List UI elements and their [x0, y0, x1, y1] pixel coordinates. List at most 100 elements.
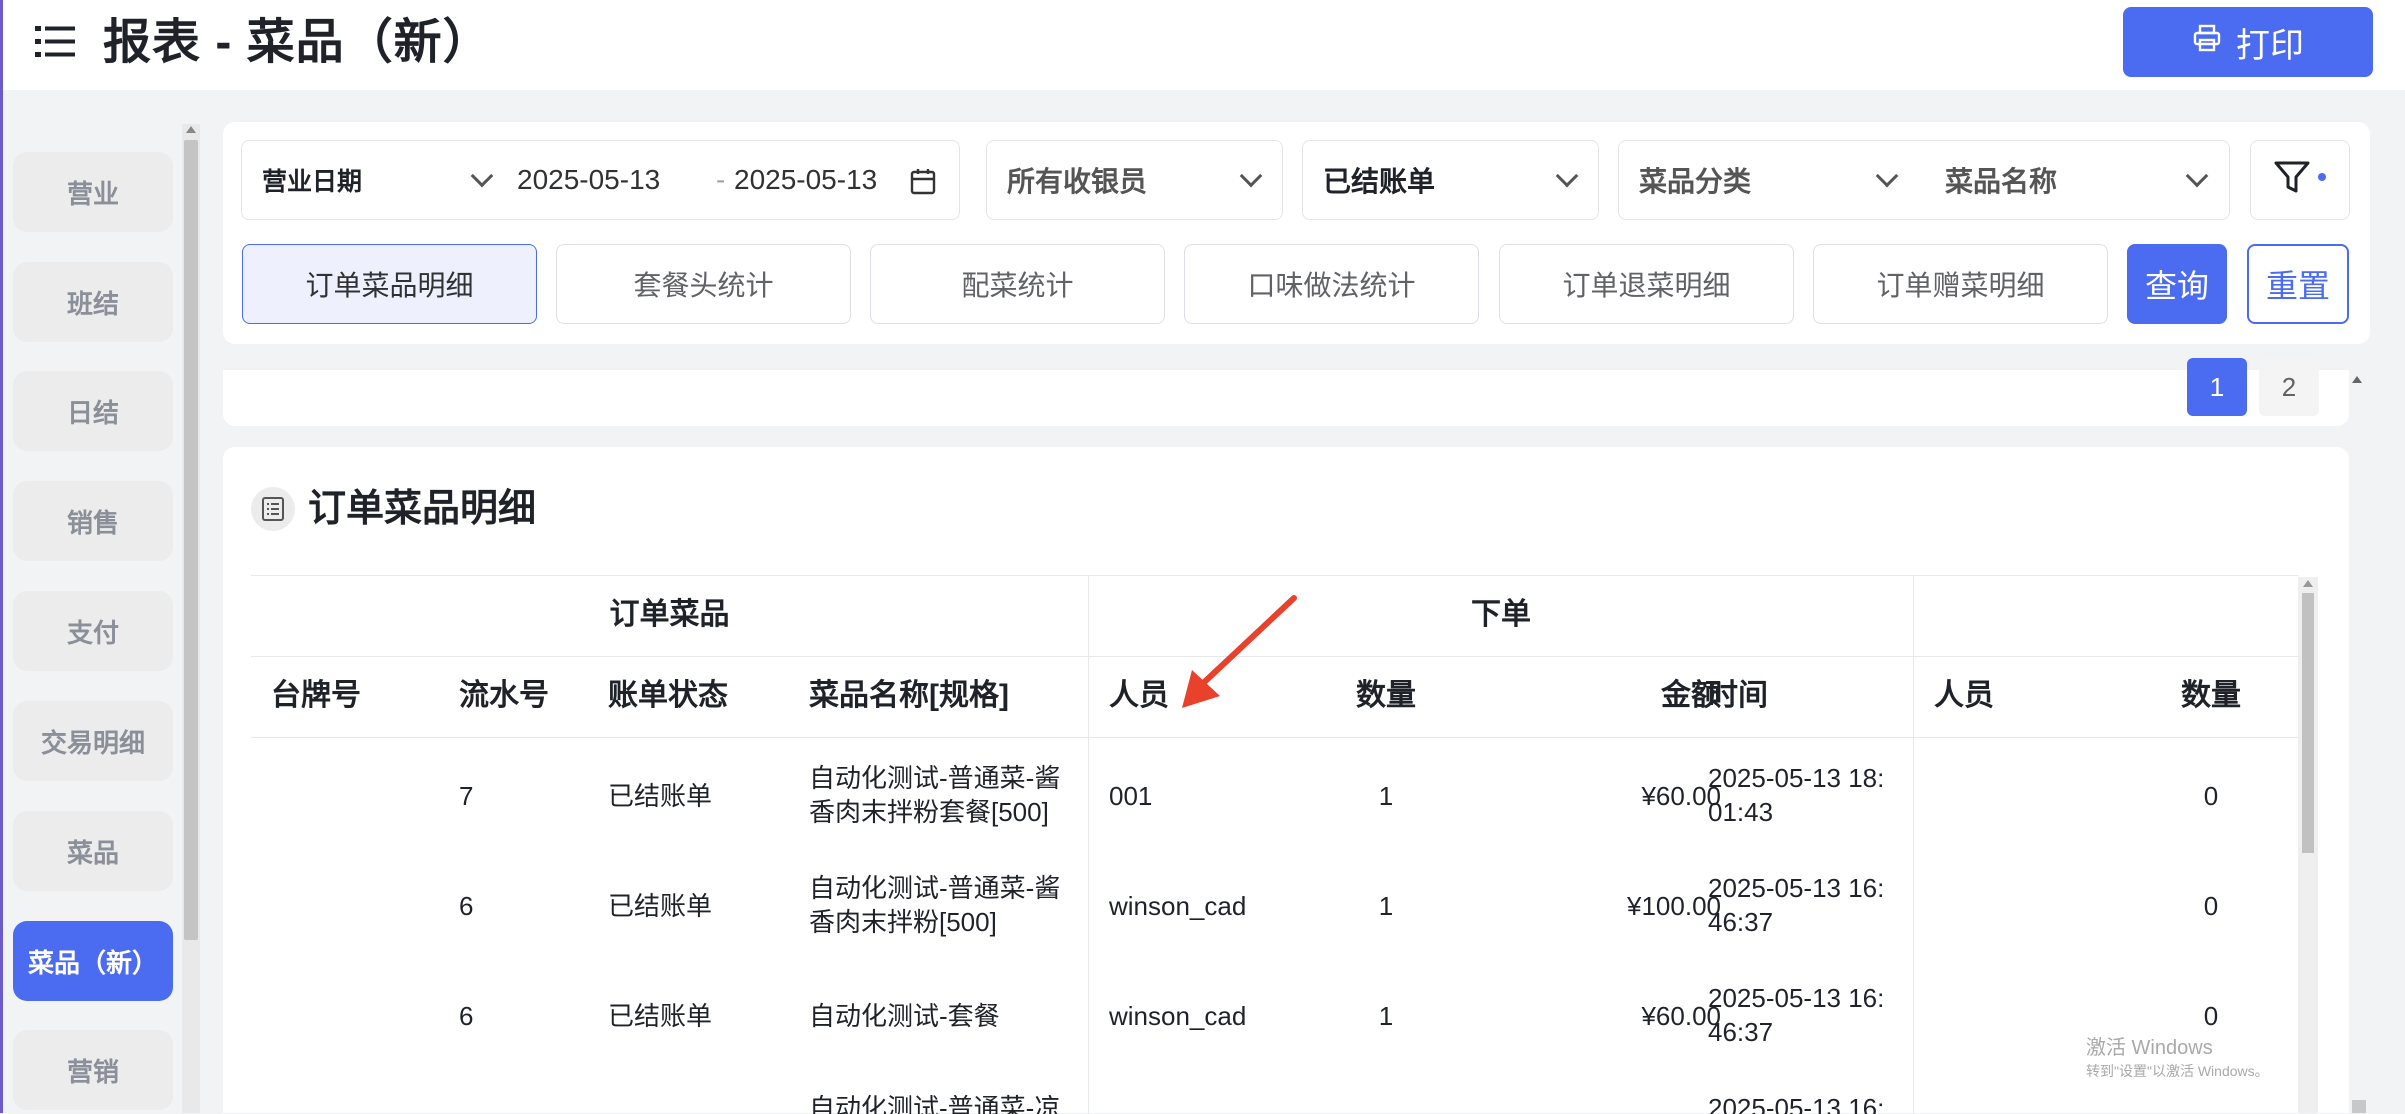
- sidebar-item-marketing[interactable]: 营销: [13, 1030, 173, 1110]
- date-end-input[interactable]: 2025-05-13: [734, 164, 877, 196]
- bill-status-select[interactable]: 已结账单: [1302, 140, 1599, 220]
- dish-cell-line1: 自动化测试-套餐: [809, 1001, 1000, 1031]
- bill-status-value: 已结账单: [1323, 166, 1436, 197]
- printer-icon: [2192, 23, 2222, 62]
- dish-cell-line2: 香肉末拌粉[500]: [809, 907, 997, 937]
- menu-list-icon[interactable]: [33, 22, 77, 62]
- filter-panel: 营业日期 2025-05-13 - 2025-05-13 所有收银员 已结账单 …: [223, 122, 2370, 344]
- table-scroll-thumb[interactable]: [2302, 593, 2314, 853]
- tab-flavor-stats[interactable]: 口味做法统计: [1184, 244, 1479, 324]
- dish-category-select[interactable]: 菜品分类: [1639, 160, 1751, 200]
- time-cell-line1: 2025-05-13 16:: [1708, 983, 1885, 1013]
- group-header-order-dish: 订单菜品: [609, 598, 730, 631]
- date-type-select[interactable]: 营业日期: [262, 162, 362, 198]
- quantity-2-cell: 0: [2203, 781, 2219, 811]
- serial-cell: 7: [459, 781, 474, 811]
- column-header-staff-2[interactable]: 人员: [1934, 679, 1994, 713]
- status-cell: 已结账单: [608, 1001, 713, 1031]
- dish-name-select[interactable]: 菜品名称: [1945, 160, 2057, 200]
- windows-activation-watermark: 激活 Windows 转到"设置"以激活 Windows。: [2086, 1036, 2269, 1082]
- dish-filter: 菜品分类 菜品名称: [1618, 140, 2230, 220]
- column-header-serial-no[interactable]: 流水号: [459, 679, 549, 713]
- date-separator: -: [716, 164, 726, 195]
- cashier-select[interactable]: 所有收银员: [986, 140, 1283, 220]
- scroll-up-icon[interactable]: [2352, 376, 2362, 383]
- sidebar-item-daily[interactable]: 日结: [13, 371, 173, 451]
- column-header-quantity-2[interactable]: 数量: [2181, 679, 2241, 713]
- chevron-down-icon: [470, 164, 494, 188]
- staff-cell: 001: [1109, 781, 1153, 811]
- page-button-1[interactable]: 1: [2187, 358, 2247, 416]
- time-cell-line2: 46:37: [1708, 1017, 1774, 1047]
- column-header-bill-status[interactable]: 账单状态: [608, 679, 728, 713]
- time-cell-line2: 46:37: [1708, 907, 1774, 937]
- time-cell-line1: 2025-05-13 16:: [1708, 873, 1885, 903]
- sidebar-scroll-thumb[interactable]: [184, 140, 198, 940]
- dish-cell-line2: 香肉末拌粉套餐[500]: [809, 797, 1049, 827]
- serial-cell: 6: [459, 1001, 474, 1031]
- tab-gift-dish-detail[interactable]: 订单赠菜明细: [1813, 244, 2108, 324]
- calendar-icon[interactable]: [910, 167, 936, 202]
- page-button-2[interactable]: 2: [2259, 358, 2319, 416]
- status-cell: 已结账单: [608, 781, 713, 811]
- table-divider: [1913, 576, 1914, 1114]
- quantity-cell: 1: [1378, 891, 1394, 921]
- time-cell-line1: 2025-05-13 16:: [1708, 1093, 1885, 1114]
- time-cell-line2: 01:43: [1708, 797, 1774, 827]
- quantity-2-cell: 0: [2203, 891, 2219, 921]
- staff-cell: winson_cad: [1109, 891, 1247, 921]
- chevron-down-icon: [1555, 164, 1579, 188]
- scroll-up-icon[interactable]: [186, 126, 196, 133]
- sidebar-scrollbar[interactable]: [182, 124, 200, 1113]
- scroll-up-icon[interactable]: [2303, 580, 2313, 587]
- top-header: 报表 - 菜品（新） 打印: [3, 0, 2405, 90]
- column-header-dish-name[interactable]: 菜品名称[规格]: [809, 679, 1009, 713]
- query-button[interactable]: 查询: [2127, 244, 2227, 324]
- sidebar-item-payment[interactable]: 支付: [13, 591, 173, 671]
- tab-refund-dish-detail[interactable]: 订单退菜明细: [1499, 244, 1794, 324]
- pagination-bar: 1 2: [223, 358, 2349, 426]
- amount-cell: ¥60.00: [1641, 781, 1721, 811]
- tab-combo-header-stats[interactable]: 套餐头统计: [556, 244, 851, 324]
- table-scrollbar[interactable]: [2298, 577, 2318, 1113]
- filter-funnel-icon: [2272, 157, 2328, 204]
- section-title: 订单菜品明细: [308, 488, 537, 530]
- date-range-filter[interactable]: 营业日期 2025-05-13 - 2025-05-13: [241, 140, 960, 220]
- tab-side-dish-stats[interactable]: 配菜统计: [870, 244, 1165, 324]
- print-button[interactable]: 打印: [2123, 7, 2373, 77]
- sidebar-item-shift[interactable]: 班结: [13, 262, 173, 342]
- table-divider: [1088, 576, 1089, 1114]
- column-header-amount[interactable]: 金额: [1581, 679, 1721, 713]
- sidebar-item-dishes-new[interactable]: 菜品（新）: [13, 921, 173, 1001]
- column-header-time[interactable]: 时间: [1708, 679, 1768, 713]
- watermark-line2: 转到"设置"以激活 Windows。: [2086, 1063, 2269, 1079]
- page-title: 报表 - 菜品（新）: [103, 16, 492, 69]
- staff-cell: winson_cad: [1109, 1001, 1247, 1031]
- amount-cell: ¥60.00: [1641, 1001, 1721, 1031]
- date-start-input[interactable]: 2025-05-13: [517, 164, 660, 196]
- tab-order-dish-detail[interactable]: 订单菜品明细: [242, 244, 537, 324]
- quantity-cell: 1: [1378, 781, 1394, 811]
- sidebar: 营业 班结 日结 销售 支付 交易明细 菜品 菜品（新） 营销: [3, 124, 185, 1113]
- sidebar-item-sales[interactable]: 销售: [13, 481, 173, 561]
- chevron-down-icon: [2185, 164, 2209, 188]
- amount-cell: ¥100.00: [1627, 891, 1721, 921]
- dish-cell-line1: 自动化测试-普通菜-酱: [809, 763, 1061, 793]
- sidebar-item-transactions[interactable]: 交易明细: [13, 701, 173, 781]
- chevron-down-icon: [1239, 164, 1263, 188]
- quantity-cell: 1: [1378, 1001, 1394, 1031]
- print-label: 打印: [2236, 26, 2304, 65]
- column-header-table-no[interactable]: 台牌号: [271, 679, 361, 713]
- reset-button[interactable]: 重置: [2247, 244, 2349, 324]
- table-divider: [251, 737, 2298, 738]
- quantity-2-cell: 0: [2203, 1001, 2219, 1031]
- column-header-quantity[interactable]: 数量: [1356, 679, 1416, 713]
- page-scroll-thumb[interactable]: [2352, 1100, 2366, 1113]
- sidebar-item-business[interactable]: 营业: [13, 152, 173, 232]
- serial-cell: 6: [459, 891, 474, 921]
- report-section: 订单菜品明细 订单菜品 下单 台牌号 流水号 账单状态 菜品名称[规格] 人员 …: [223, 447, 2349, 1114]
- watermark-line1: 激活 Windows: [2086, 1037, 2213, 1059]
- column-header-staff[interactable]: 人员: [1109, 679, 1169, 713]
- sidebar-item-dishes[interactable]: 菜品: [13, 811, 173, 891]
- filter-button[interactable]: [2250, 140, 2350, 220]
